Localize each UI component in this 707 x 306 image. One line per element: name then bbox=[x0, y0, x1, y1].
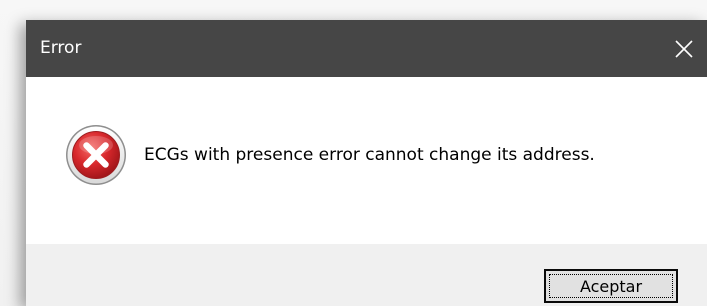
dialog-title: Error bbox=[40, 38, 82, 58]
accept-button-label: Aceptar bbox=[549, 274, 673, 298]
error-dialog: Error ECGs with presence error cannot ch… bbox=[26, 20, 707, 306]
screenshot-background: Error ECGs with presence error cannot ch… bbox=[0, 0, 707, 306]
title-bar[interactable]: Error bbox=[26, 20, 707, 77]
dialog-footer: Aceptar bbox=[26, 244, 707, 306]
dialog-content: ECGs with presence error cannot change i… bbox=[26, 77, 707, 244]
error-message: ECGs with presence error cannot change i… bbox=[144, 145, 595, 165]
close-icon bbox=[675, 39, 693, 58]
accept-button[interactable]: Aceptar bbox=[544, 269, 678, 303]
error-x-icon bbox=[66, 125, 126, 185]
close-button[interactable] bbox=[661, 20, 707, 77]
